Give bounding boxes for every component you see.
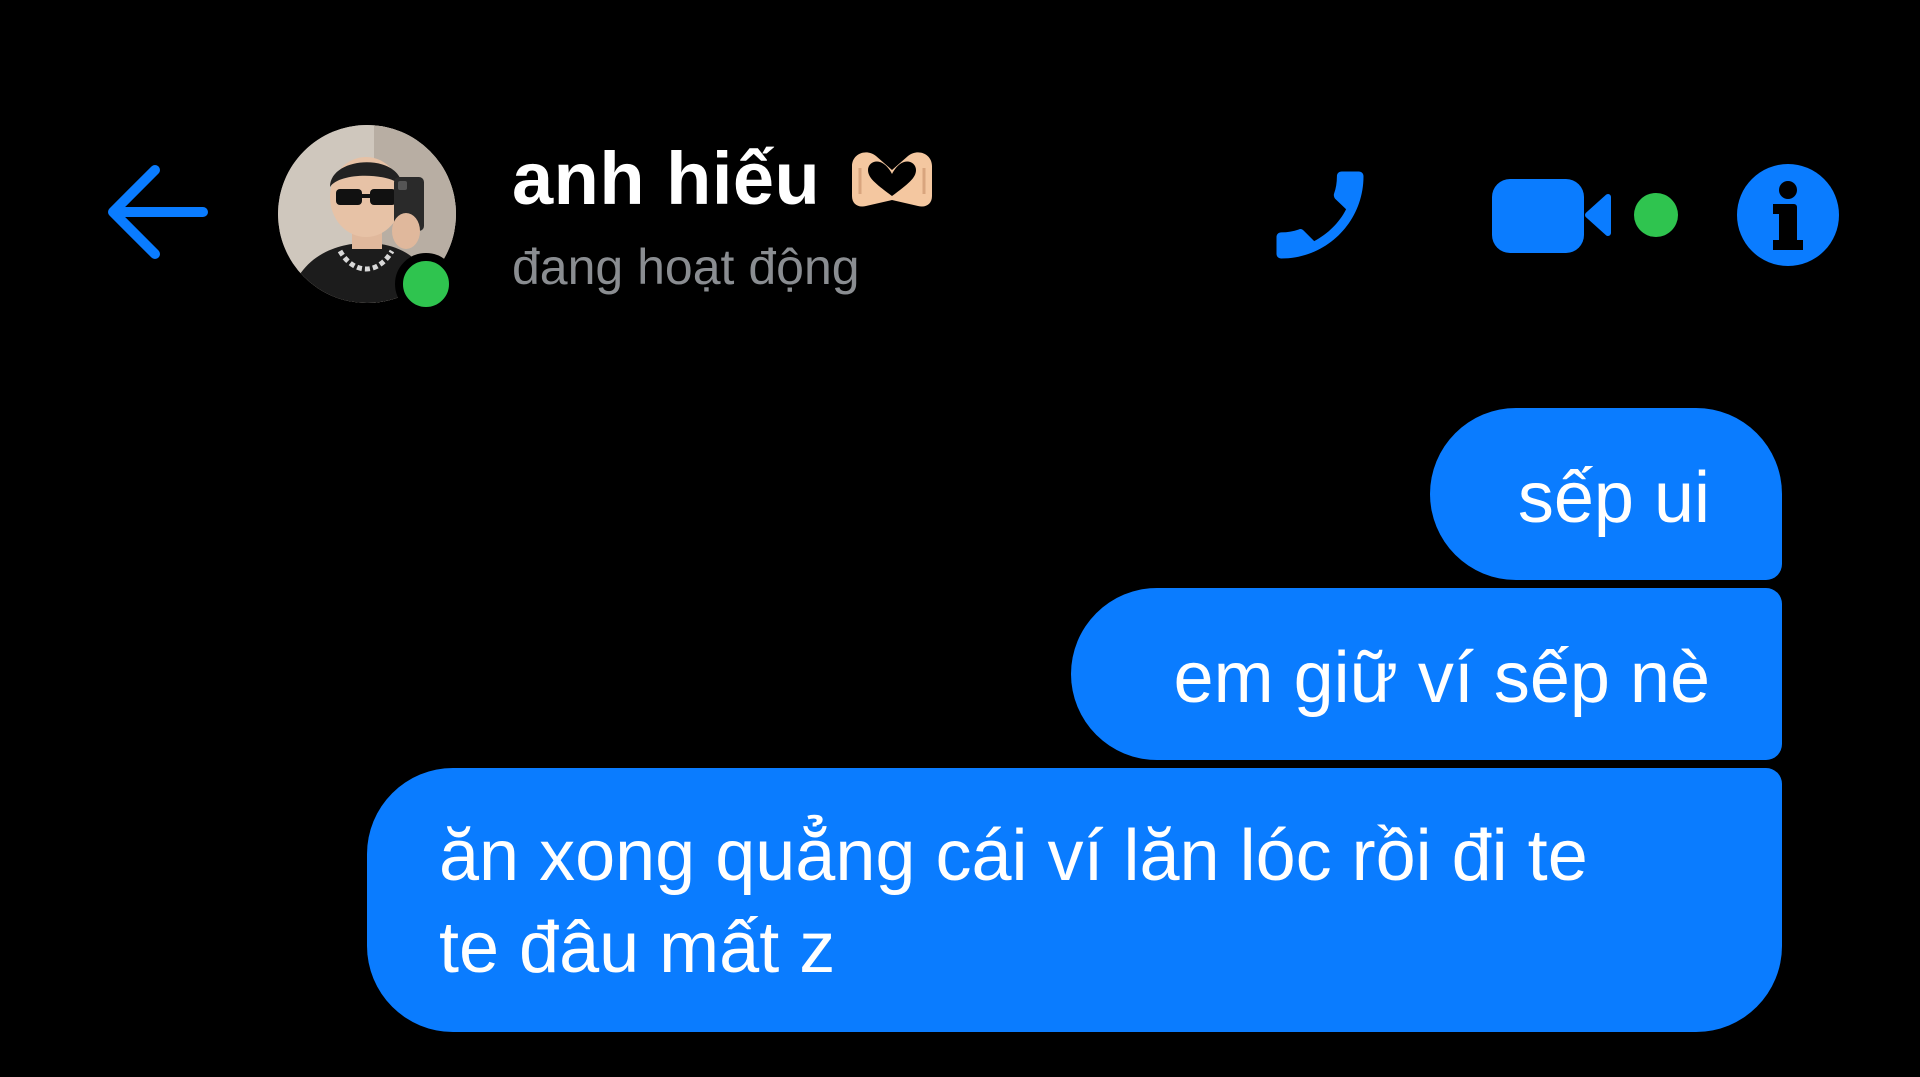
message-thread[interactable]: sếp ui em giữ ví sếp nè ăn xong quẳng cá… — [0, 400, 1920, 1040]
phone-icon — [1276, 171, 1364, 259]
online-status-dot — [395, 253, 457, 315]
video-camera-icon — [1492, 179, 1678, 253]
message-bubble-outgoing[interactable]: ăn xong quẳng cái ví lăn lóc rồi đi te t… — [367, 768, 1782, 1032]
video-call-button[interactable] — [1480, 160, 1690, 270]
avatar-container[interactable] — [278, 125, 457, 315]
info-button[interactable] — [1730, 157, 1845, 272]
contact-name-text: anh hiếu — [512, 137, 821, 220]
heart-hands-icon — [846, 144, 938, 214]
back-arrow-icon — [108, 165, 208, 259]
info-icon — [1736, 163, 1839, 266]
voice-call-button[interactable] — [1250, 150, 1390, 280]
chat-header: anh hiếu đang hoạt động — [0, 0, 1920, 360]
message-bubble-outgoing[interactable]: em giữ ví sếp nè — [1071, 588, 1782, 760]
contact-name[interactable]: anh hiếu — [512, 136, 938, 221]
message-bubble-outgoing[interactable]: sếp ui — [1430, 408, 1782, 580]
message-text: sếp ui — [1517, 458, 1710, 538]
message-text-line: ăn xong quẳng cái ví lăn lóc rồi đi te — [439, 816, 1588, 896]
message-text: em giữ ví sếp nè — [1173, 638, 1710, 718]
back-button[interactable] — [102, 162, 212, 262]
active-status: đang hoạt động — [512, 239, 860, 295]
message-text-line: te đâu mất z — [439, 908, 836, 988]
